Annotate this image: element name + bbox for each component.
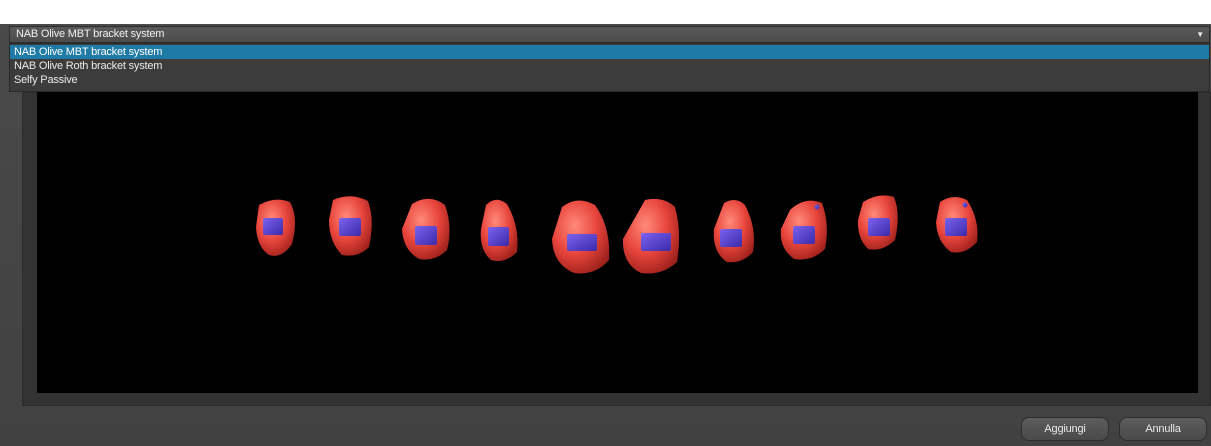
bracket-system-dropdown: NAB Olive MBT bracket system NAB Olive R… bbox=[9, 43, 1210, 92]
bracket-10 bbox=[945, 218, 967, 236]
tooth-3[interactable] bbox=[402, 198, 450, 260]
chevron-down-icon[interactable]: ▼ bbox=[1196, 27, 1204, 42]
bracket-9 bbox=[868, 218, 890, 236]
bracket-4 bbox=[488, 227, 509, 246]
bracket-6 bbox=[641, 233, 671, 251]
tooth-5[interactable] bbox=[552, 200, 610, 274]
option-selfy-passive[interactable]: Selfy Passive bbox=[10, 73, 1209, 87]
tooth-6[interactable] bbox=[622, 198, 680, 274]
tooth-7[interactable] bbox=[713, 199, 754, 263]
bracket-1 bbox=[263, 218, 283, 235]
bracket-system-select-value: NAB Olive MBT bracket system bbox=[16, 28, 165, 40]
bracket-dialog: NAB Olive MBT bracket system ▼ NAB Olive… bbox=[0, 0, 1211, 446]
tooth-2[interactable] bbox=[329, 196, 372, 256]
bracket-3 bbox=[415, 226, 437, 245]
option-nab-olive-roth[interactable]: NAB Olive Roth bracket system bbox=[10, 59, 1209, 73]
tooth-9[interactable] bbox=[857, 195, 898, 250]
tooth-8[interactable] bbox=[780, 200, 827, 260]
tooth-4[interactable] bbox=[480, 199, 518, 261]
bracket-8 bbox=[793, 226, 815, 244]
tooth-10[interactable] bbox=[936, 196, 978, 253]
add-button[interactable]: Aggiungi bbox=[1021, 417, 1109, 441]
bracket-system-select[interactable]: NAB Olive MBT bracket system ▼ bbox=[9, 26, 1210, 43]
tooth-1[interactable] bbox=[256, 199, 296, 256]
cancel-button[interactable]: Annulla bbox=[1119, 417, 1207, 441]
3d-viewport[interactable] bbox=[37, 92, 1198, 393]
bracket-5 bbox=[567, 234, 597, 251]
bracket-7 bbox=[720, 229, 742, 247]
bracket-2 bbox=[339, 218, 361, 236]
title-area bbox=[0, 0, 1211, 24]
option-nab-olive-mbt[interactable]: NAB Olive MBT bracket system bbox=[10, 45, 1209, 59]
teeth-render bbox=[256, 195, 978, 274]
